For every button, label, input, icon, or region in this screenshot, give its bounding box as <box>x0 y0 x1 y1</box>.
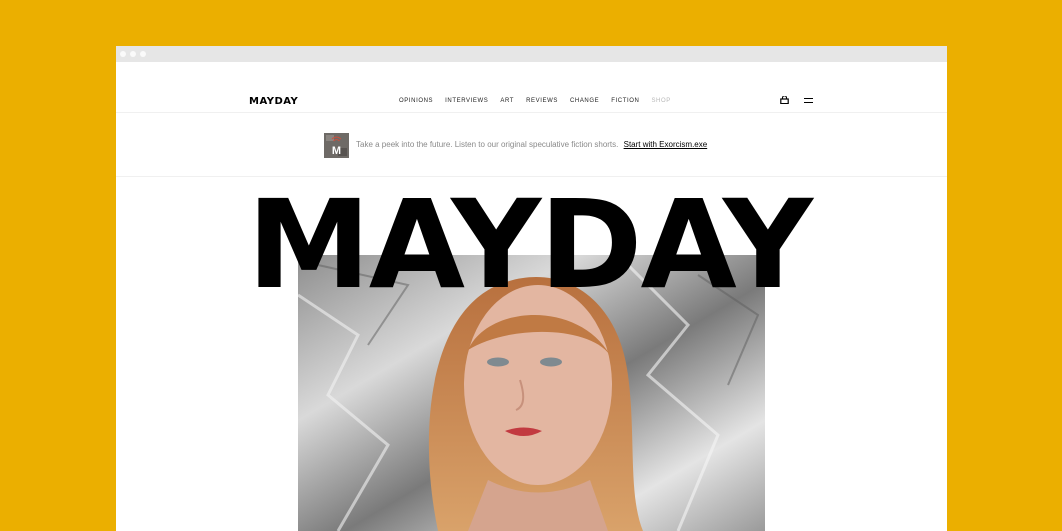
masthead-title: MAYDAY <box>247 174 813 316</box>
promo-banner: M Take a peek into the future. Listen to… <box>116 113 947 177</box>
cart-icon[interactable] <box>780 96 789 104</box>
main-nav: OPINIONS INTERVIEWS ART REVIEWS CHANGE F… <box>399 98 671 104</box>
site-logo[interactable]: MAYDAY <box>249 96 298 107</box>
nav-item-art[interactable]: ART <box>500 98 514 104</box>
promo-text: Take a peek into the future. Listen to o… <box>356 140 707 149</box>
nav-item-shop[interactable]: SHOP <box>651 98 670 104</box>
window-dot-minimize[interactable] <box>130 51 136 57</box>
nav-item-change[interactable]: CHANGE <box>570 98 599 104</box>
window-dot-maximize[interactable] <box>140 51 146 57</box>
hero-section: MAYDAY <box>116 176 947 531</box>
nav-item-opinions[interactable]: OPINIONS <box>399 98 433 104</box>
promo-link[interactable]: Start with Exorcism.exe <box>624 140 708 149</box>
site-header: MAYDAY OPINIONS INTERVIEWS ART REVIEWS C… <box>116 62 947 113</box>
browser-titlebar <box>116 46 947 62</box>
nav-item-reviews[interactable]: REVIEWS <box>526 98 558 104</box>
menu-icon[interactable] <box>804 97 813 104</box>
nav-item-interviews[interactable]: INTERVIEWS <box>445 98 488 104</box>
fiction-thumbnail-icon[interactable]: M <box>324 133 349 158</box>
nav-item-fiction[interactable]: FICTION <box>611 98 639 104</box>
window-dot-close[interactable] <box>120 51 126 57</box>
promo-message: Take a peek into the future. Listen to o… <box>356 140 619 149</box>
thumbnail-letter: M <box>332 145 341 157</box>
browser-window: MAYDAY OPINIONS INTERVIEWS ART REVIEWS C… <box>116 46 947 531</box>
